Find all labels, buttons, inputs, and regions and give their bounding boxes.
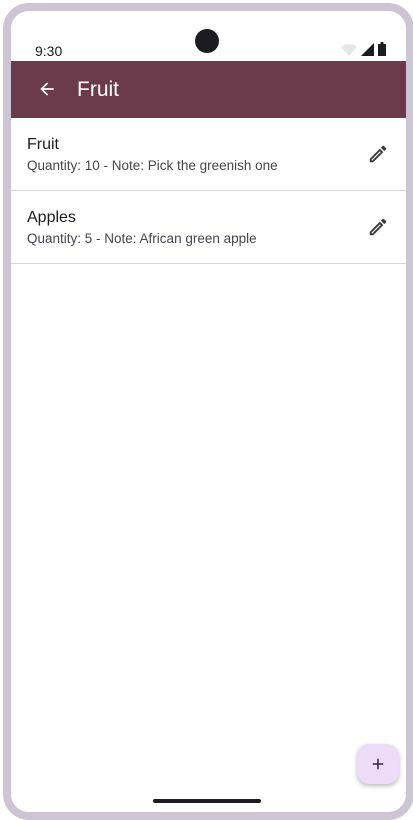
arrow-back-icon xyxy=(40,82,54,96)
app-bar: Fruit xyxy=(11,61,406,118)
list-item[interactable]: Fruit Quantity: 10 - Note: Pick the gree… xyxy=(11,118,406,191)
wifi-icon xyxy=(341,44,357,56)
status-time: 9:30 xyxy=(35,43,63,59)
status-bar: 9:30 xyxy=(11,11,406,61)
plus-icon xyxy=(372,758,384,770)
cellular-signal-icon xyxy=(361,43,374,56)
screen: 9:30 Fruit Fruit Quantity: 10 - Note: Pi… xyxy=(11,11,406,812)
edit-button[interactable] xyxy=(364,140,392,168)
back-button[interactable] xyxy=(31,73,63,105)
edit-pencil-icon xyxy=(369,218,387,236)
item-subtitle: Quantity: 10 - Note: Pick the greenish o… xyxy=(27,158,278,173)
status-icons xyxy=(341,42,386,56)
page-title: Fruit xyxy=(77,78,119,101)
item-subtitle: Quantity: 5 - Note: African green apple xyxy=(27,231,257,246)
phone-frame: 9:30 Fruit Fruit Quantity: 10 - Note: Pi… xyxy=(3,3,413,820)
item-list: Fruit Quantity: 10 - Note: Pick the gree… xyxy=(11,118,406,264)
home-indicator xyxy=(153,799,261,803)
battery-icon xyxy=(378,42,386,56)
add-item-button[interactable] xyxy=(357,744,399,784)
camera-cutout xyxy=(195,29,219,53)
edit-pencil-icon xyxy=(369,145,387,163)
item-title: Apples xyxy=(27,209,76,226)
item-title: Fruit xyxy=(27,136,59,153)
list-item[interactable]: Apples Quantity: 5 - Note: African green… xyxy=(11,191,406,264)
edit-button[interactable] xyxy=(364,213,392,241)
